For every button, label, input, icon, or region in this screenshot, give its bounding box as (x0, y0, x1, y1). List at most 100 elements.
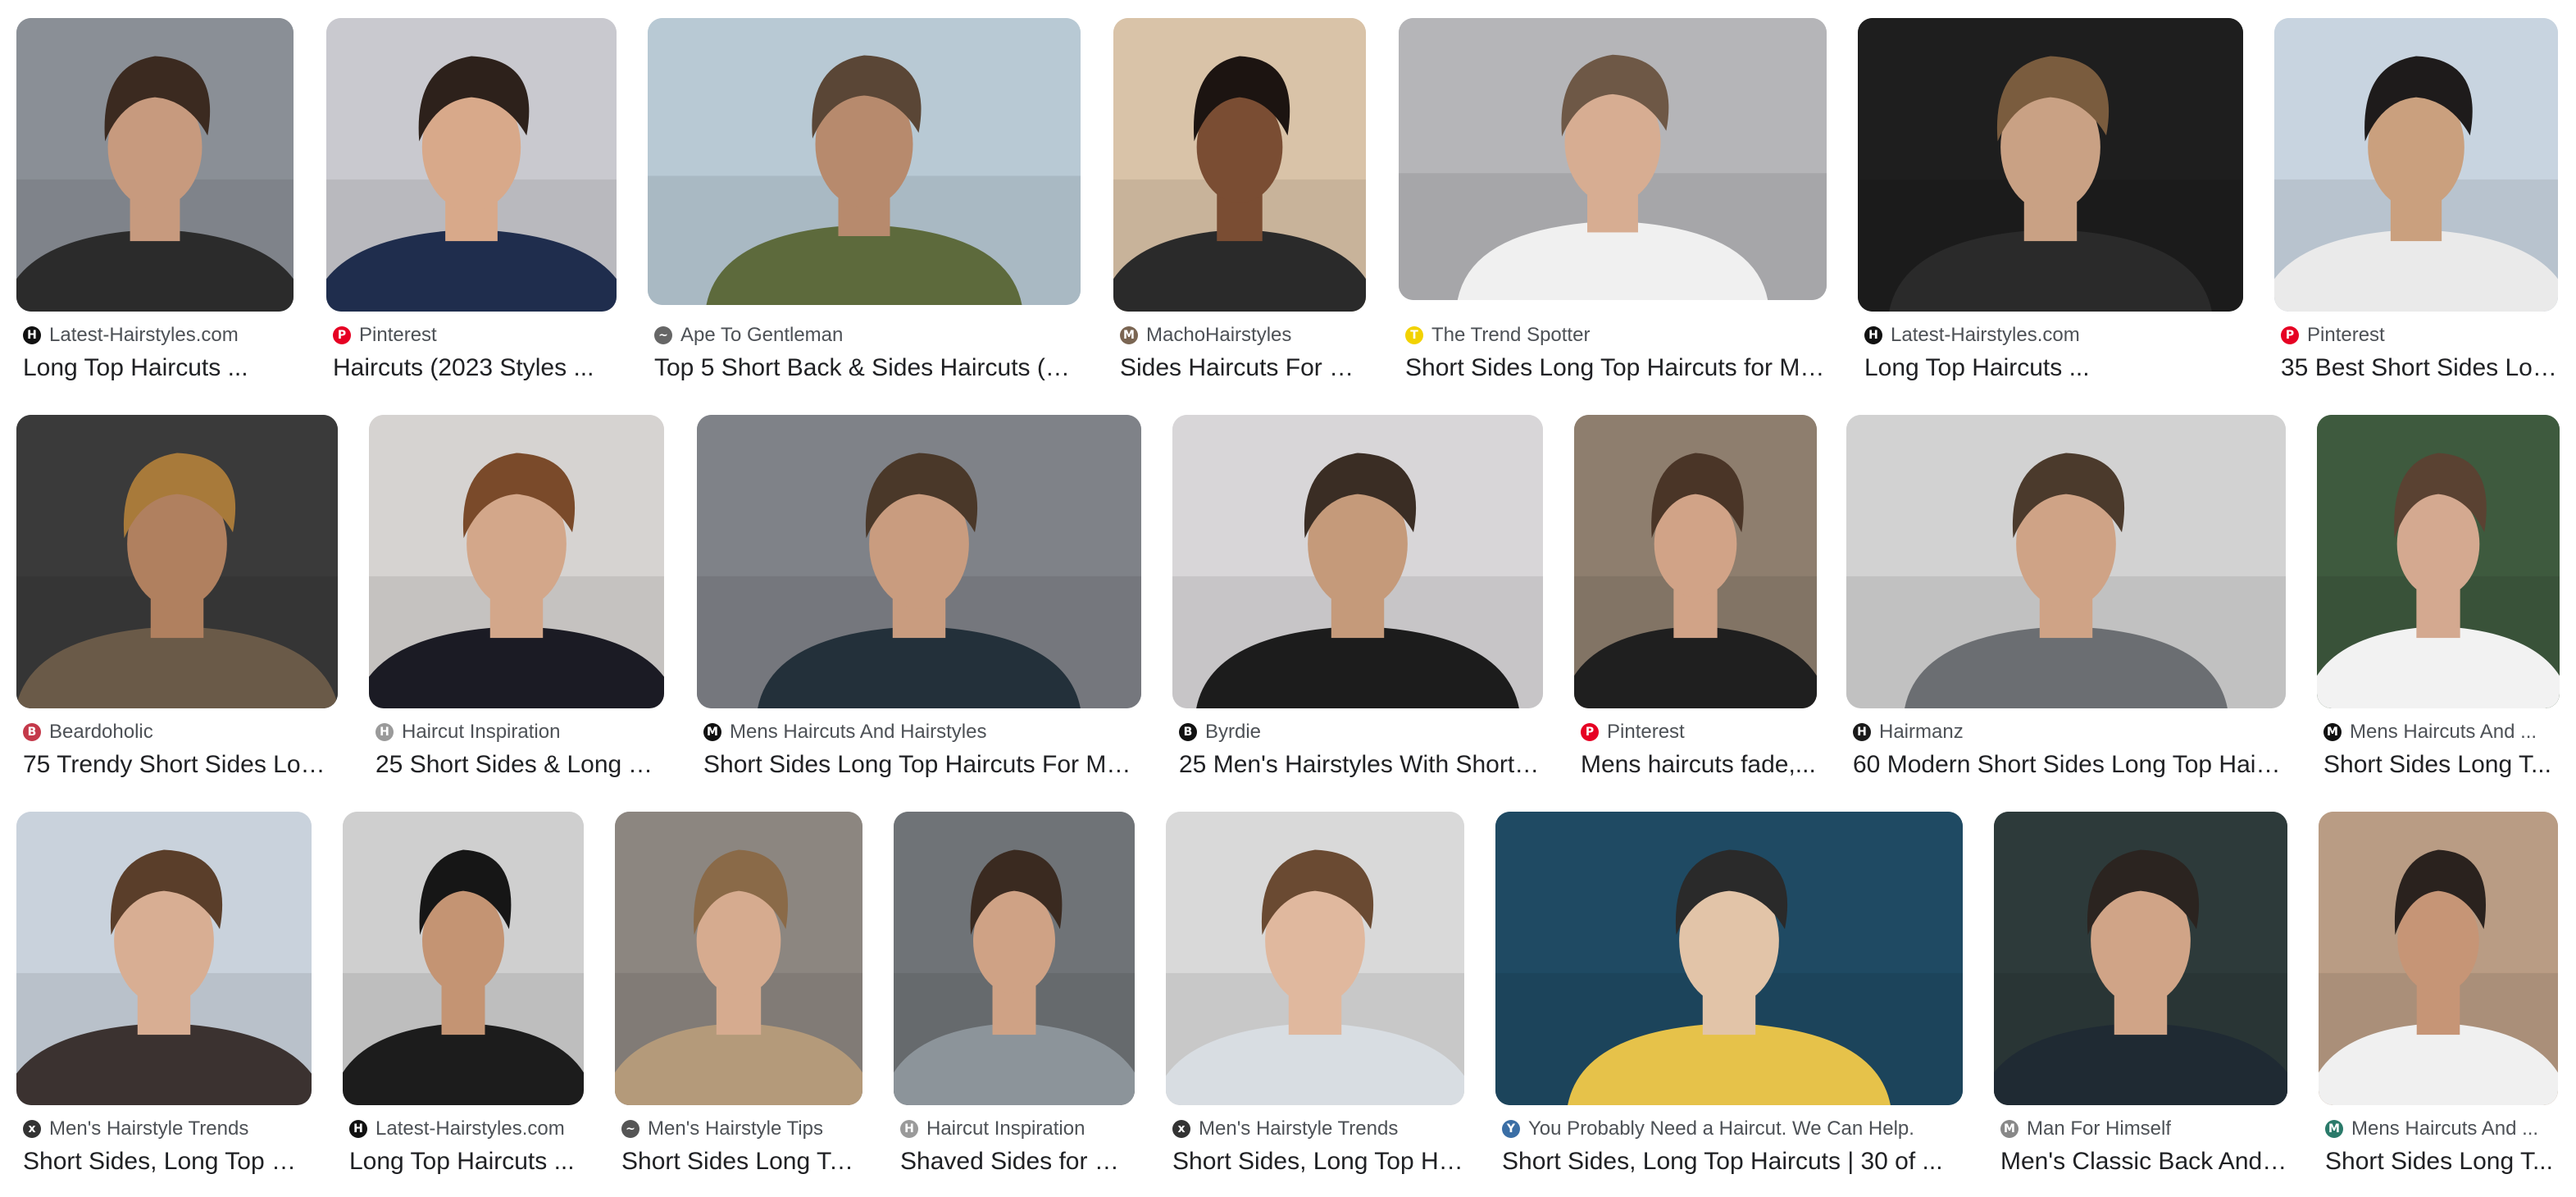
result-thumbnail[interactable] (1846, 415, 2286, 708)
image-result-card[interactable]: ~ Men's Hairstyle Tips Short Sides Long To… (615, 812, 862, 1177)
result-thumbnail[interactable] (1113, 18, 1366, 312)
result-title[interactable]: 25 Short Sides & Long To... (375, 749, 664, 781)
image-result-card[interactable]: H Haircut Inspiration 25 Short Sides & Lon… (369, 415, 664, 781)
result-title[interactable]: Men's Classic Back And ... (2000, 1146, 2287, 1177)
source-name[interactable]: MachoHairstyles (1146, 324, 1291, 347)
source-name[interactable]: Beardoholic (49, 721, 153, 744)
result-thumbnail[interactable] (615, 812, 862, 1105)
result-thumbnail[interactable] (369, 415, 664, 708)
image-result-card[interactable]: H Haircut Inspiration Shaved Sides for M..… (894, 812, 1135, 1177)
source-name[interactable]: Hairmanz (1879, 721, 1964, 744)
result-title[interactable]: Top 5 Short Back & Sides Haircuts (An... (654, 353, 1081, 384)
result-title[interactable]: Short Sides Long Top Haircuts for Me... (1405, 353, 1827, 384)
result-thumbnail[interactable] (1172, 415, 1543, 708)
source-name[interactable]: Mens Haircuts And ... (2351, 1117, 2538, 1140)
result-thumbnail[interactable] (1399, 18, 1827, 300)
image-result-card[interactable]: H Latest-Hairstyles.com Long Top Haircuts … (343, 812, 584, 1177)
image-result-card[interactable]: M Mens Haircuts And ... Short Sides Long T… (2319, 812, 2558, 1177)
result-thumbnail[interactable] (1858, 18, 2243, 312)
result-thumbnail[interactable] (16, 415, 338, 708)
source-name[interactable]: Mens Haircuts And ... (2350, 721, 2537, 744)
result-thumbnail[interactable] (16, 18, 294, 312)
source-name[interactable]: Latest-Hairstyles.com (375, 1117, 565, 1140)
source-name[interactable]: Pinterest (2307, 324, 2385, 347)
result-title[interactable]: Short Sides Long T... (2323, 749, 2560, 781)
source-name[interactable]: You Probably Need a Haircut. We Can Help… (1528, 1117, 1914, 1140)
image-result-card[interactable]: T The Trend Spotter Short Sides Long Top H… (1399, 18, 1827, 384)
result-title[interactable]: Short Sides, Long Top Ha... (1172, 1146, 1464, 1177)
image-result-card[interactable]: H Hairmanz 60 Modern Short Sides Long Top … (1846, 415, 2286, 781)
result-title[interactable]: 60 Modern Short Sides Long Top Hairc... (1853, 749, 2286, 781)
source-name[interactable]: Men's Hairstyle Trends (1199, 1117, 1398, 1140)
image-result-card[interactable]: B Beardoholic 75 Trendy Short Sides Long..… (16, 415, 338, 781)
result-source: H Latest-Hairstyles.com (349, 1117, 584, 1141)
thumbnail-image (648, 18, 1081, 305)
result-thumbnail[interactable] (343, 812, 584, 1105)
image-result-card[interactable]: H Latest-Hairstyles.com Long Top Haircuts … (16, 18, 294, 384)
source-name[interactable]: Ape To Gentleman (680, 324, 843, 347)
result-title[interactable]: Short Sides Long T... (2325, 1146, 2558, 1177)
thumbnail-image (2319, 812, 2558, 1105)
source-favicon-icon: H (1853, 723, 1871, 741)
result-source: H Haircut Inspiration (900, 1117, 1135, 1141)
result-thumbnail[interactable] (326, 18, 617, 312)
result-thumbnail[interactable] (2274, 18, 2558, 312)
result-thumbnail[interactable] (16, 812, 312, 1105)
result-source: M Mens Haircuts And ... (2323, 720, 2560, 744)
result-thumbnail[interactable] (1166, 812, 1464, 1105)
result-title[interactable]: 75 Trendy Short Sides Long... (23, 749, 338, 781)
result-thumbnail[interactable] (894, 812, 1135, 1105)
image-result-card[interactable]: M Man For Himself Men's Classic Back And .… (1994, 812, 2287, 1177)
result-title[interactable]: 25 Men's Hairstyles With Short S... (1179, 749, 1543, 781)
result-title[interactable]: Long Top Haircuts ... (1864, 353, 2243, 384)
image-result-card[interactable]: M MachoHairstyles Sides Haircuts For M... (1113, 18, 1366, 384)
results-row-1: H Latest-Hairstyles.com Long Top Haircuts … (0, 18, 2576, 403)
result-title[interactable]: Haircuts (2023 Styles ... (333, 353, 617, 384)
result-title[interactable]: Mens haircuts fade,... (1581, 749, 1817, 781)
result-title[interactable]: Short Sides, Long Top Ha... (23, 1146, 312, 1177)
source-name[interactable]: Mens Haircuts And Hairstyles (730, 721, 986, 744)
result-thumbnail[interactable] (2317, 415, 2560, 708)
thumbnail-image (1858, 18, 2243, 312)
result-title[interactable]: Long Top Haircuts ... (349, 1146, 584, 1177)
source-name[interactable]: Men's Hairstyle Trends (49, 1117, 248, 1140)
result-title[interactable]: Short Sides, Long Top Haircuts | 30 of .… (1502, 1146, 1963, 1177)
image-result-card[interactable]: Y You Probably Need a Haircut. We Can Hel… (1495, 812, 1963, 1177)
source-name[interactable]: Men's Hairstyle Tips (648, 1117, 823, 1140)
source-name[interactable]: Pinterest (359, 324, 437, 347)
result-thumbnail[interactable] (648, 18, 1081, 305)
image-result-card[interactable]: ~ Ape To Gentleman Top 5 Short Back & Side… (648, 18, 1081, 384)
result-thumbnail[interactable] (1495, 812, 1963, 1105)
result-thumbnail[interactable] (1994, 812, 2287, 1105)
image-result-card[interactable]: M Mens Haircuts And Hairstyles Short Sides… (697, 415, 1141, 781)
image-result-card[interactable]: x Men's Hairstyle Trends Short Sides, Long… (16, 812, 312, 1177)
source-name[interactable]: Haircut Inspiration (402, 721, 560, 744)
result-thumbnail[interactable] (697, 415, 1141, 708)
result-title[interactable]: Short Sides Long To... (621, 1146, 862, 1177)
source-name[interactable]: Man For Himself (2027, 1117, 2171, 1140)
result-title[interactable]: 35 Best Short Sides Lon... (2281, 353, 2558, 384)
source-favicon-icon: ~ (654, 326, 672, 344)
source-name[interactable]: Latest-Hairstyles.com (1891, 324, 2080, 347)
image-result-card[interactable]: P Pinterest Haircuts (2023 Styles ... (326, 18, 617, 384)
result-thumbnail[interactable] (2319, 812, 2558, 1105)
result-source: M MachoHairstyles (1120, 323, 1366, 348)
result-title[interactable]: Short Sides Long Top Haircuts For Men... (703, 749, 1141, 781)
image-result-card[interactable]: P Pinterest 35 Best Short Sides Lon... (2274, 18, 2558, 384)
source-name[interactable]: The Trend Spotter (1431, 324, 1590, 347)
source-name[interactable]: Haircut Inspiration (926, 1117, 1085, 1140)
result-title[interactable]: Long Top Haircuts ... (23, 353, 294, 384)
source-favicon-icon: M (1120, 326, 1138, 344)
result-title[interactable]: Sides Haircuts For M... (1120, 353, 1366, 384)
image-result-card[interactable]: B Byrdie 25 Men's Hairstyles With Short S.… (1172, 415, 1543, 781)
source-name[interactable]: Latest-Hairstyles.com (49, 324, 239, 347)
thumbnail-image (697, 415, 1141, 708)
image-result-card[interactable]: P Pinterest Mens haircuts fade,... (1574, 415, 1817, 781)
source-name[interactable]: Byrdie (1205, 721, 1261, 744)
image-result-card[interactable]: M Mens Haircuts And ... Short Sides Long T… (2317, 415, 2560, 781)
result-title[interactable]: Shaved Sides for M... (900, 1146, 1135, 1177)
image-result-card[interactable]: H Latest-Hairstyles.com Long Top Haircuts … (1858, 18, 2243, 384)
result-thumbnail[interactable] (1574, 415, 1817, 708)
source-name[interactable]: Pinterest (1607, 721, 1685, 744)
image-result-card[interactable]: x Men's Hairstyle Trends Short Sides, Long… (1166, 812, 1464, 1177)
